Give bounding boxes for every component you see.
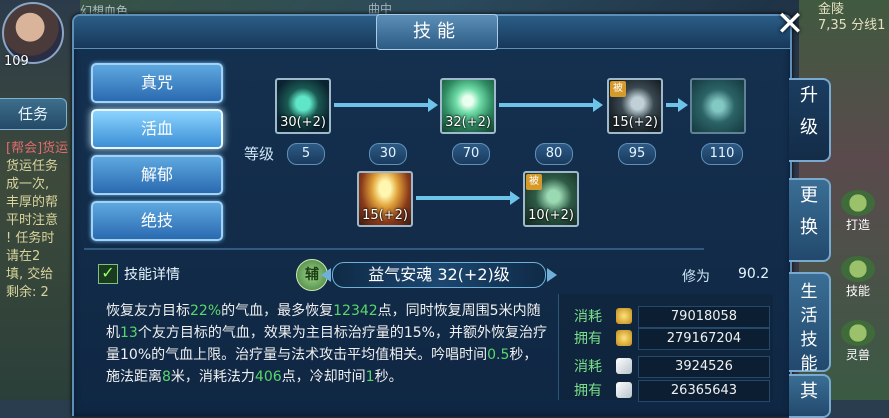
skill-node-level: 30(+2): [280, 115, 326, 130]
forge-icon: [841, 190, 875, 216]
task-text-line: 平时注意: [6, 213, 59, 228]
cost-value: 26365643: [638, 380, 770, 402]
skill-node-level: 15(+2): [612, 115, 658, 130]
gold-coin-icon: [616, 308, 632, 324]
cost-row: 拥有 279167204: [574, 328, 774, 350]
skill-node-beast[interactable]: 被 10(+2): [523, 171, 579, 227]
tab-upgrade-label: 升级: [800, 85, 818, 138]
cost-key: 消耗: [574, 359, 602, 375]
task-text-line: 丰厚的帮: [6, 195, 59, 210]
grade-pill: 5: [287, 143, 325, 165]
grade-pill: 95: [618, 143, 656, 165]
tab-life-skills-label: 生活技能: [800, 282, 818, 374]
close-icon[interactable]: ✕: [772, 6, 808, 42]
highlight-value: 1: [365, 369, 375, 385]
cost-value: 79018058: [638, 306, 770, 328]
skill-btn-jieyu[interactable]: 解郁: [91, 155, 223, 195]
cost-row: 消耗 3924526: [574, 356, 774, 378]
tree-arrow: [499, 98, 603, 112]
cost-row: 拥有 26365643: [574, 380, 774, 402]
skill-detail-checkbox[interactable]: ✓: [98, 264, 118, 284]
tab-life-skills[interactable]: 生活技能: [789, 272, 831, 374]
tab-replace[interactable]: 更换: [789, 178, 831, 262]
skill-shortcut-button[interactable]: 技能: [830, 256, 886, 298]
skill-btn-zhenzhou[interactable]: 真咒: [91, 63, 223, 103]
section-divider: [84, 248, 704, 250]
task-text-line: 填, 交给: [6, 267, 54, 282]
grade-pill: 30: [369, 143, 407, 165]
silver-scroll-icon: [616, 358, 632, 374]
cost-key: 拥有: [574, 383, 602, 399]
skill-node-radiant-palm[interactable]: 32(+2): [440, 78, 496, 134]
desc-text: 点，冷却时间: [281, 369, 366, 385]
grade-pill: 70: [452, 143, 490, 165]
highlight-value: 406: [254, 369, 282, 385]
cost-value: 3924526: [638, 356, 770, 378]
highlight-value: 22%: [190, 303, 222, 319]
window-title: 技能: [376, 14, 498, 50]
cultivation-label: 修为: [682, 269, 710, 285]
highlight-value: 8: [162, 369, 171, 385]
tab-replace-label: 更换: [800, 185, 818, 238]
skill-node-level: 15(+2): [362, 208, 408, 223]
cost-key: 拥有: [574, 331, 602, 347]
cost-row: 消耗 79018058: [574, 306, 774, 328]
tab-other[interactable]: 其: [789, 374, 831, 418]
task-text-line: 剩余: 2: [6, 285, 49, 300]
tree-arrow: [416, 191, 520, 205]
player-level: 109: [4, 54, 29, 69]
skill-name: 益气安魂 32(+2)级: [321, 262, 557, 288]
task-text-line: 请在2: [6, 249, 41, 264]
skill-detail-label: 技能详情: [124, 267, 180, 283]
skill-node-level: 32(+2): [445, 115, 491, 130]
skill-node-locked[interactable]: [690, 78, 746, 134]
location-info: 金陵 7,35 分线1: [818, 2, 885, 34]
gold-coin-icon: [616, 330, 632, 346]
task-text-line: 货运任务: [6, 159, 59, 174]
task-text-line: [帮会]货运: [6, 141, 69, 156]
skill-node-shadow-warrior[interactable]: 被 15(+2): [607, 78, 663, 134]
cost-key: 消耗: [574, 309, 602, 325]
skill-icon: [841, 256, 875, 282]
desc-text: 的气血，最多恢复: [221, 303, 334, 319]
skill-description: 恢复友方目标22%的气血，最多恢复12342点，同时恢复周围5米内随机13个友方…: [106, 300, 550, 388]
beast-icon: [841, 320, 875, 346]
grade-label: 等级: [244, 145, 275, 163]
tab-other-label: 其: [800, 381, 818, 402]
grade-pill: 110: [701, 143, 743, 165]
location-coords: 7,35 分线1: [818, 18, 886, 33]
silver-scroll-icon: [616, 382, 632, 398]
skill-node-level: 10(+2): [528, 208, 574, 223]
forge-button[interactable]: 打造: [830, 190, 886, 232]
task-text-line: 成一次,: [6, 177, 50, 192]
passive-badge: 被: [610, 81, 626, 97]
highlight-value: 13: [120, 325, 138, 341]
desc-text: 恢复友方目标: [106, 303, 190, 319]
skill-btn-huoxue[interactable]: 活血: [91, 109, 223, 149]
task-text-line: ! 任务时: [6, 231, 55, 246]
skill-node-golden-halo[interactable]: 15(+2): [357, 171, 413, 227]
tab-upgrade[interactable]: 升级: [789, 78, 831, 162]
tree-arrow: [666, 98, 688, 112]
grade-pill: 80: [535, 143, 573, 165]
cost-value: 279167204: [638, 328, 770, 350]
skill-btn-jueji[interactable]: 绝技: [91, 201, 223, 241]
cultivation-value: 90.2: [738, 266, 770, 282]
desc-text: 秒。: [374, 369, 403, 385]
highlight-value: 12342: [333, 303, 378, 319]
highlight-value: 0.5: [487, 347, 510, 363]
spirit-beast-button[interactable]: 灵兽: [830, 320, 886, 362]
tree-arrow: [334, 98, 438, 112]
location-name: 金陵: [818, 2, 845, 17]
desc-text: 个友方目标的气血，效果为主目标治疗量的15%，并额外恢复治疗量10%的气血上限。…: [106, 325, 547, 363]
window-title-bar: 技能: [74, 14, 790, 50]
skill-node-serpent[interactable]: 30(+2): [275, 78, 331, 134]
task-tab[interactable]: 任务: [0, 98, 67, 130]
desc-text: 米，消耗法力: [170, 369, 255, 385]
task-text: [帮会]货运 货运任务成一次, 丰厚的帮平时注意 ! 任务时 请在2 填, 交给剩余: …: [6, 140, 76, 302]
passive-badge: 被: [526, 174, 542, 190]
